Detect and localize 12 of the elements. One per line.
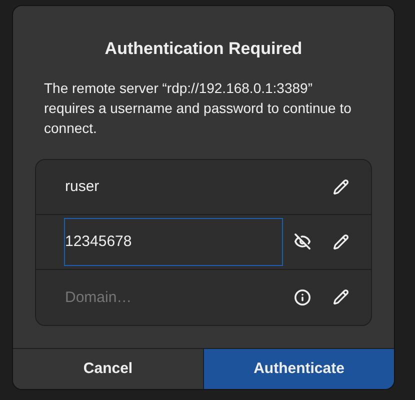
cancel-button[interactable]: Cancel: [13, 349, 204, 389]
authenticate-button[interactable]: Authenticate: [204, 349, 394, 389]
input-field[interactable]: 12345678: [64, 218, 283, 266]
dialog-message: The remote server “rdp://192.168.0.1:3389” requires a username and password to continue to connect.: [44, 78, 352, 138]
eye-off-icon[interactable]: [294, 233, 311, 250]
edit-icon[interactable]: [333, 289, 349, 305]
input-field[interactable]: Domain…: [64, 273, 283, 321]
dialog-title: Authentication Required: [104, 38, 304, 60]
edit-icon[interactable]: [333, 178, 349, 194]
info-icon[interactable]: [294, 288, 311, 306]
edit-icon[interactable]: [333, 234, 349, 250]
input-field[interactable]: ruser: [64, 162, 283, 210]
